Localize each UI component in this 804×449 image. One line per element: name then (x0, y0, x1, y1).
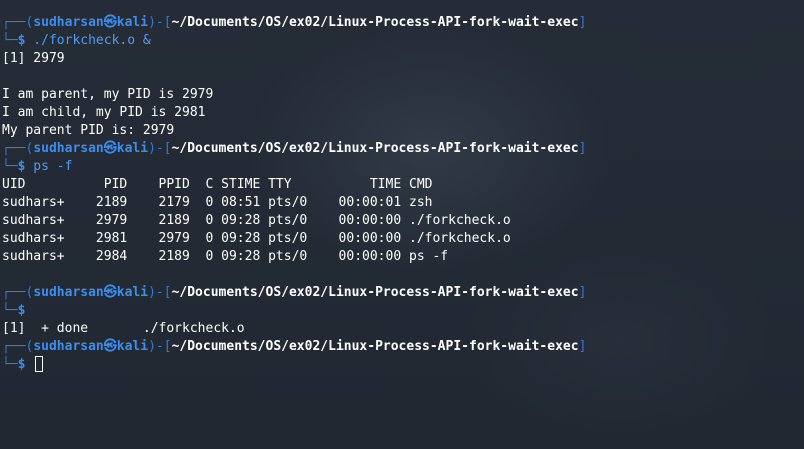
prompt-header-line: ┌──(sudharsan㉿kali)-[~/Documents/OS/ex02… (2, 14, 800, 32)
prompt-host: kali (116, 339, 149, 354)
prompt-user: sudharsan (33, 285, 104, 300)
prompt-header-line: ┌──(sudharsan㉿kali)-[~/Documents/OS/ex02… (2, 140, 800, 158)
prompt-user: sudharsan (33, 141, 104, 156)
ps-process-row: sudhars+ 2984 2189 0 09:28 pts/0 00:00:0… (2, 249, 449, 264)
prompt-path-open: )-[ (148, 339, 172, 354)
command-text: ./forkcheck.o & (25, 33, 151, 48)
prompt-path-close: ] (578, 15, 587, 30)
prompt-second-line-prefix: └─ (2, 159, 18, 174)
prompt-second-line-prefix: └─ (2, 357, 18, 372)
prompt-path-close: ] (578, 285, 587, 300)
output-line: [1] 2979 (2, 51, 65, 66)
prompt-host-separator: ㉿ (103, 285, 117, 300)
prompt-frame-open: ┌──( (2, 285, 34, 300)
prompt-frame-open: ┌──( (2, 141, 34, 156)
prompt-host: kali (116, 15, 149, 30)
prompt-frame-open: ┌──( (2, 15, 34, 30)
output-line: I am parent, my PID is 2979 (2, 87, 214, 102)
output-line: My parent PID is: 2979 (2, 123, 175, 138)
prompt-header-line: ┌──(sudharsan㉿kali)-[~/Documents/OS/ex02… (2, 284, 800, 302)
prompt-user: sudharsan (33, 15, 104, 30)
prompt-path: ~/Documents/OS/ex02/Linux-Process-API-fo… (171, 141, 579, 156)
prompt-path-open: )-[ (148, 141, 172, 156)
prompt-frame-open: ┌──( (2, 339, 34, 354)
prompt-user: sudharsan (33, 339, 104, 354)
prompt-path: ~/Documents/OS/ex02/Linux-Process-API-fo… (171, 339, 579, 354)
ps-header-row: UID PID PPID C STIME TTY TIME CMD (2, 177, 433, 192)
prompt-command-line: └─$ ps -f (2, 158, 800, 176)
active-command-line[interactable]: └─$ (2, 356, 800, 374)
prompt-path-open: )-[ (148, 285, 172, 300)
command-text: ps -f (25, 159, 73, 174)
job-done-line: [1] + done ./forkcheck.o (2, 321, 245, 336)
prompt-host: kali (116, 141, 149, 156)
ps-process-row: sudhars+ 2979 2189 0 09:28 pts/0 00:00:0… (2, 213, 511, 228)
command-input[interactable] (25, 357, 33, 372)
ps-process-row: sudhars+ 2981 2979 0 09:28 pts/0 00:00:0… (2, 231, 511, 246)
prompt-path-close: ] (578, 339, 587, 354)
prompt-second-line-prefix: └─ (2, 33, 18, 48)
prompt-host: kali (116, 285, 149, 300)
terminal-window[interactable]: ┌──(sudharsan㉿kali)-[~/Documents/OS/ex02… (0, 0, 804, 449)
prompt-path: ~/Documents/OS/ex02/Linux-Process-API-fo… (171, 285, 579, 300)
prompt-host-separator: ㉿ (103, 15, 117, 30)
prompt-host-separator: ㉿ (103, 339, 117, 354)
prompt-dollar: $ (17, 303, 26, 318)
prompt-path-close: ] (578, 141, 587, 156)
prompt-host-separator: ㉿ (103, 141, 117, 156)
prompt-path: ~/Documents/OS/ex02/Linux-Process-API-fo… (171, 15, 579, 30)
prompt-command-line: └─$ (2, 302, 800, 320)
prompt-header-line: ┌──(sudharsan㉿kali)-[~/Documents/OS/ex02… (2, 338, 800, 356)
ps-process-row: sudhars+ 2189 2179 0 08:51 pts/0 00:00:0… (2, 195, 433, 210)
text-cursor[interactable] (35, 356, 44, 372)
prompt-command-line: └─$ ./forkcheck.o & (2, 32, 800, 50)
terminal-screen[interactable]: ┌──(sudharsan㉿kali)-[~/Documents/OS/ex02… (2, 14, 800, 374)
output-line: I am child, my PID is 2981 (2, 105, 206, 120)
prompt-second-line-prefix: └─ (2, 303, 18, 318)
prompt-path-open: )-[ (148, 15, 172, 30)
